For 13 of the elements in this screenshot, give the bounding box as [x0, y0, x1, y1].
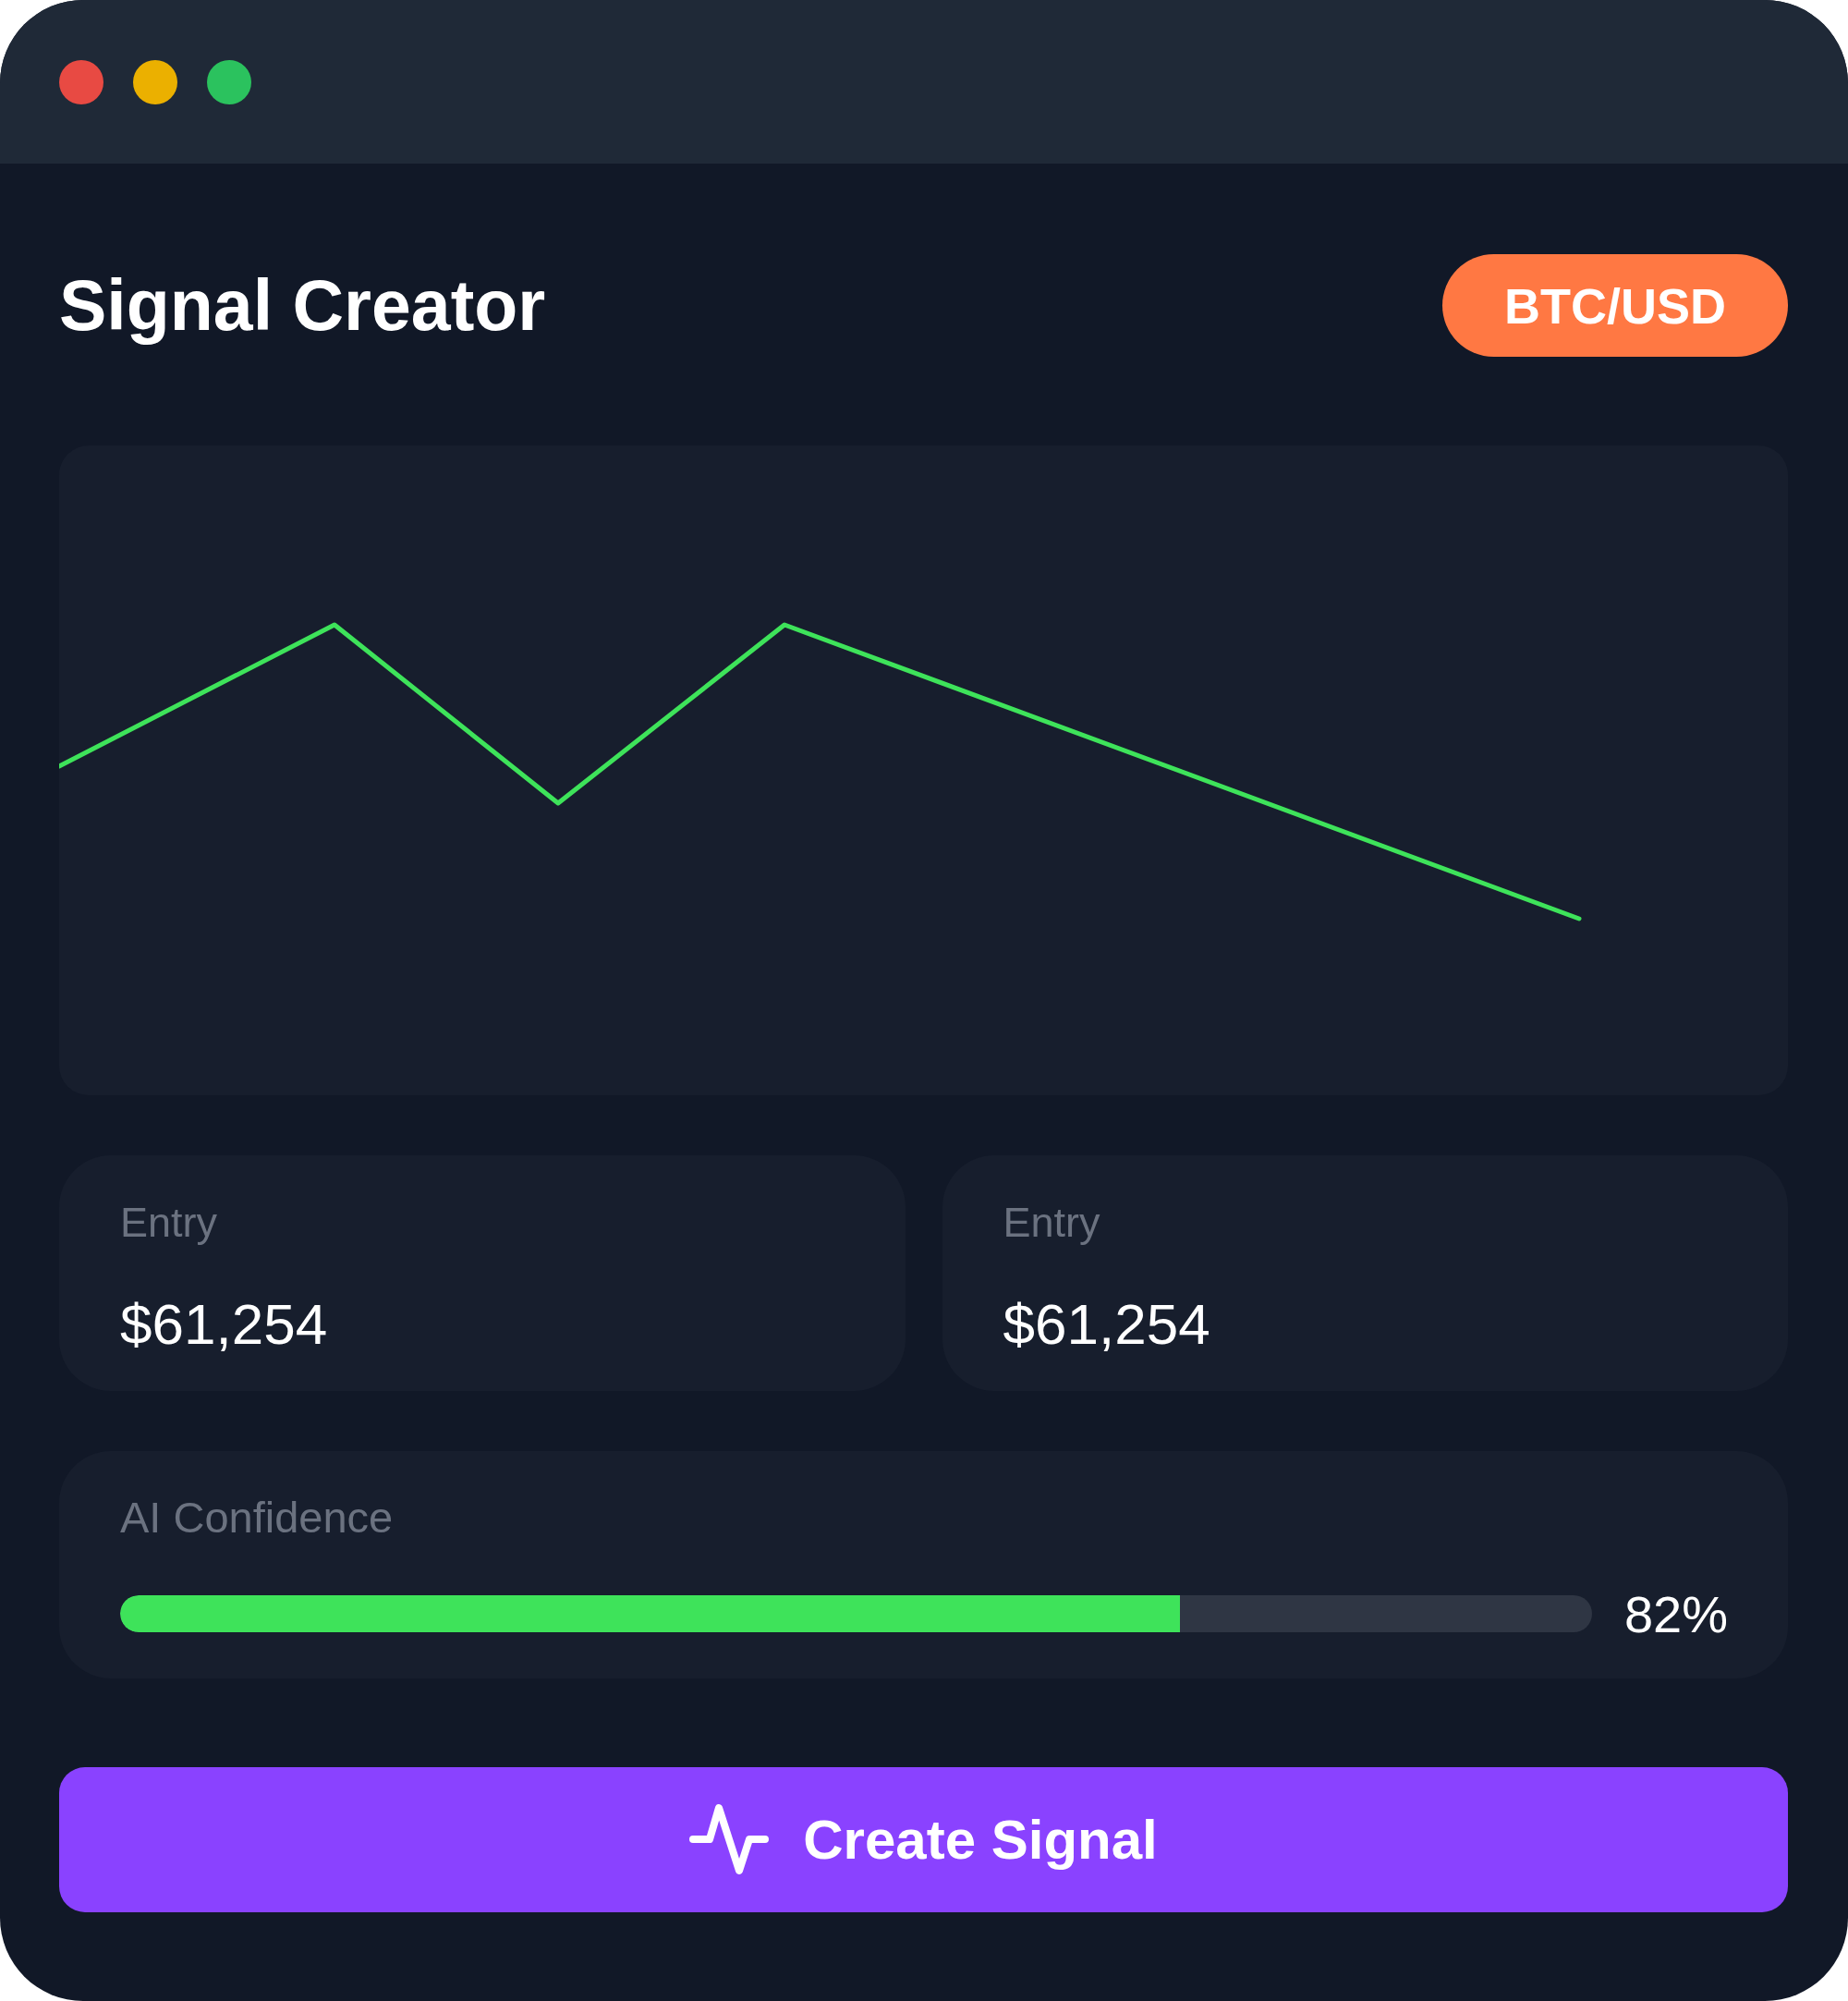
close-dot-icon[interactable]: [59, 59, 103, 104]
page-title: Signal Creator: [59, 264, 546, 348]
create-signal-button[interactable]: Create Signal: [59, 1766, 1788, 1912]
minimize-dot-icon[interactable]: [133, 59, 177, 104]
pulse-icon: [689, 1803, 770, 1876]
pair-badge: BTC/USD: [1442, 254, 1788, 357]
stat-value: $61,254: [120, 1291, 328, 1358]
stat-label: Entry: [1003, 1198, 1100, 1248]
confidence-reading: 82%: [1623, 1583, 1728, 1645]
maximize-dot-icon[interactable]: [207, 59, 251, 104]
confidence-label: AI Confidence: [120, 1492, 394, 1544]
stat-label: Entry: [120, 1198, 218, 1248]
stat-value: $61,254: [1003, 1291, 1210, 1358]
